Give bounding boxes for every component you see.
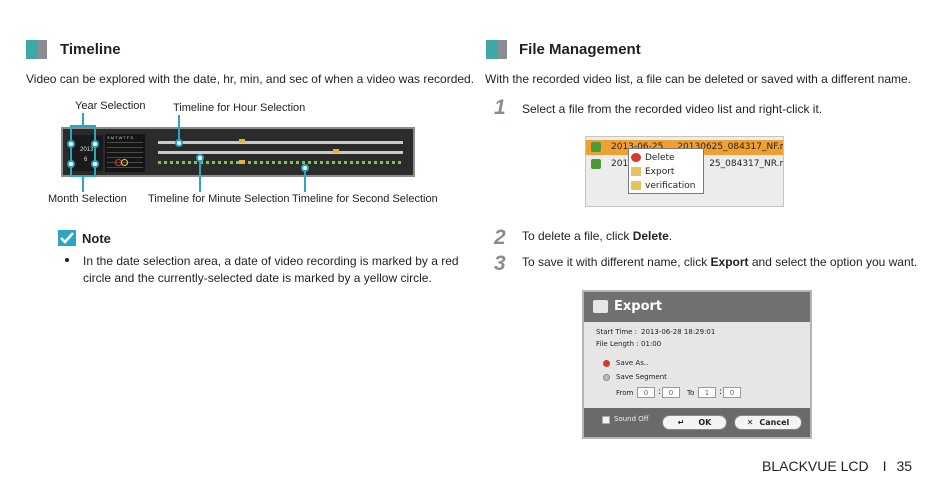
ok-button[interactable]: ↵ OK	[662, 415, 727, 430]
second-track[interactable]	[158, 161, 403, 164]
step-1-text: Select a file from the recorded video li…	[522, 102, 823, 116]
step-2-text: To delete a file, click Delete.	[522, 229, 673, 243]
export-dialog-footer: Sound Off ↵ OK ✕ Cancel	[584, 408, 810, 437]
delete-icon	[631, 153, 641, 162]
note-title: Note	[82, 231, 111, 246]
calendar-grid: S M T W T F S	[105, 134, 145, 172]
export-icon	[593, 300, 608, 313]
context-menu: Delete Export verification	[628, 148, 704, 194]
note-line-1: In the date selection area, a date of vi…	[83, 254, 459, 268]
step-1-number: 1	[494, 96, 506, 119]
hour-track[interactable]	[158, 141, 403, 144]
to-minute-field[interactable]: 1	[698, 387, 716, 398]
menu-item-export[interactable]: Export	[631, 165, 674, 179]
camera-file-icon	[591, 159, 601, 169]
folder-icon	[631, 181, 641, 190]
minute-timeline-label: Timeline for Minute Selection	[148, 193, 290, 205]
section-icon	[26, 40, 47, 59]
footer-brand: BLACKVUE LCD	[762, 458, 869, 474]
from-minute-field[interactable]: 0	[637, 387, 655, 398]
month-selection-label: Month Selection	[48, 193, 127, 205]
camera-file-icon	[591, 142, 601, 152]
year-selection-label: Year Selection	[75, 100, 146, 112]
selected-date-marker	[121, 159, 128, 166]
footer-separator: I	[882, 458, 887, 474]
section-icon	[486, 40, 507, 59]
page-number: 35	[896, 458, 913, 474]
step-2-number: 2	[494, 226, 506, 249]
export-dialog: Export Start Time : 2013-06-28 18:29:01 …	[582, 290, 812, 439]
step-3-text: To save it with different name, click Ex…	[522, 255, 918, 269]
timeline-screenshot: 2013 6 S M T W T F S	[61, 127, 415, 177]
enter-icon: ↵	[677, 418, 685, 427]
note-check-icon	[58, 230, 76, 246]
save-segment-radio[interactable]	[603, 374, 610, 381]
sound-off-checkbox[interactable]	[602, 416, 610, 424]
file-management-heading: File Management	[519, 41, 641, 58]
page-footer: BLACKVUE LCD I 35	[762, 458, 912, 474]
menu-item-delete[interactable]: Delete	[631, 151, 675, 165]
second-timeline-label: Timeline for Second Selection	[292, 193, 438, 205]
close-icon: ✕	[746, 418, 754, 427]
file-management-intro: With the recorded video list, a file can…	[485, 72, 912, 86]
save-as-radio[interactable]	[603, 360, 610, 367]
note-line-2: circle and the currently-selected date i…	[83, 271, 432, 285]
from-second-field[interactable]: 0	[662, 387, 680, 398]
folder-icon	[631, 167, 641, 176]
step-3-number: 3	[494, 252, 506, 275]
hour-timeline-label: Timeline for Hour Selection	[173, 102, 306, 114]
to-second-field[interactable]: 0	[723, 387, 741, 398]
cancel-button[interactable]: ✕ Cancel	[734, 415, 802, 430]
note-bullet	[65, 258, 69, 262]
minute-track[interactable]	[158, 151, 403, 154]
timeline-intro: Video can be explored with the date, hr,…	[26, 72, 475, 86]
export-dialog-header: Export	[584, 292, 810, 322]
menu-item-verification[interactable]: verification	[631, 179, 695, 193]
timeline-heading: Timeline	[60, 41, 121, 58]
